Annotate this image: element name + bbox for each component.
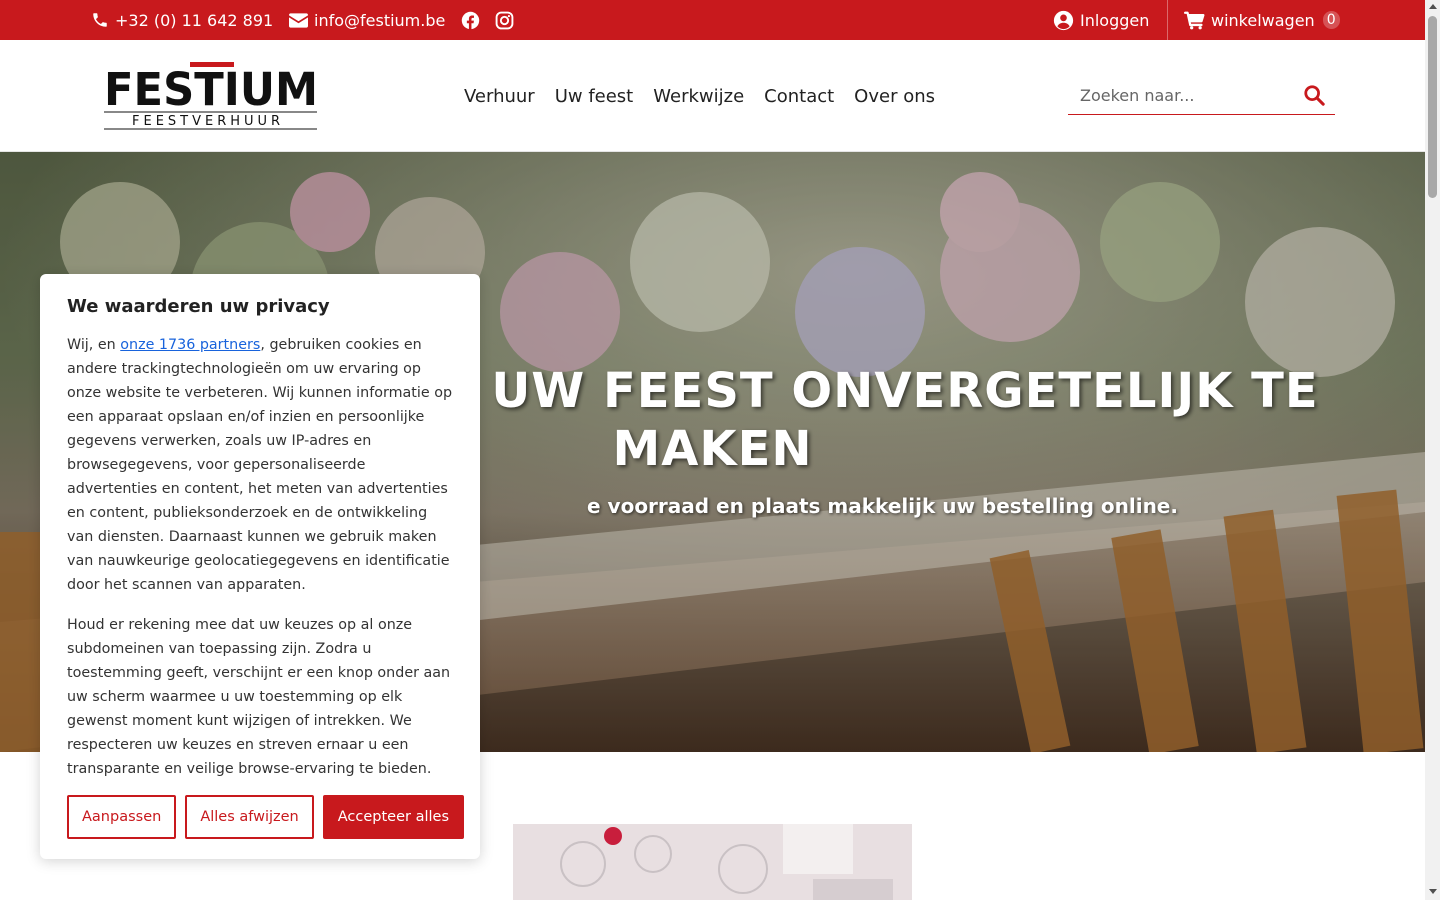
phone-link[interactable]: +32 (0) 11 642 891 bbox=[91, 0, 273, 40]
reject-all-button[interactable]: Alles afwijzen bbox=[185, 795, 314, 839]
site-header: FESTIUM FEESTVERHUUR Verhuur Uw feest We… bbox=[0, 40, 1425, 152]
customize-button[interactable]: Aanpassen bbox=[67, 795, 177, 839]
nav-item-over-ons[interactable]: Over ons bbox=[854, 86, 935, 107]
main-nav: Verhuur Uw feest Werkwijze Contact Over … bbox=[464, 40, 935, 152]
cart-link[interactable]: winkelwagen 0 bbox=[1184, 0, 1340, 40]
category-image[interactable] bbox=[513, 824, 912, 900]
cookie-text-2: Houd er rekening mee dat uw keuzes op al… bbox=[67, 617, 451, 777]
scrollbar-thumb[interactable] bbox=[1428, 16, 1437, 198]
cart-icon bbox=[1184, 11, 1205, 30]
partners-link[interactable]: onze 1736 partners bbox=[120, 337, 260, 353]
cart-count-badge: 0 bbox=[1322, 11, 1340, 29]
scroll-down-arrow-icon[interactable] bbox=[1429, 889, 1437, 894]
user-circle-icon bbox=[1053, 10, 1074, 31]
instagram-icon bbox=[495, 11, 514, 30]
cart-label: winkelwagen bbox=[1211, 10, 1315, 30]
nav-item-contact[interactable]: Contact bbox=[764, 86, 834, 107]
cookie-text-1-intro: Wij, en bbox=[67, 337, 121, 353]
phone-number: +32 (0) 11 642 891 bbox=[115, 10, 274, 30]
scroll-up-arrow-icon[interactable] bbox=[1429, 4, 1437, 9]
nav-item-uw-feest[interactable]: Uw feest bbox=[555, 86, 634, 107]
envelope-icon bbox=[289, 12, 308, 28]
svg-text:FESTIUM: FESTIUM bbox=[104, 63, 318, 116]
login-link[interactable]: Inloggen bbox=[1053, 0, 1149, 40]
instagram-link[interactable] bbox=[495, 0, 514, 40]
festium-logo[interactable]: FESTIUM FEESTVERHUUR bbox=[104, 60, 320, 134]
top-bar: +32 (0) 11 642 891 info@festium.be Inlog… bbox=[0, 0, 1425, 40]
svg-text:FEESTVERHUUR: FEESTVERHUUR bbox=[132, 114, 284, 129]
cookie-title: We waarderen uw privacy bbox=[67, 296, 330, 317]
cookie-text-1: Wij, en onze 1736 partners, gebruiken co… bbox=[67, 333, 453, 597]
cookie-text-1-body: , gebruiken cookies en andere trackingte… bbox=[67, 337, 453, 593]
accept-all-button[interactable]: Accepteer alles bbox=[322, 795, 464, 839]
login-label: Inloggen bbox=[1080, 10, 1150, 30]
phone-icon bbox=[91, 11, 109, 29]
email-address: info@festium.be bbox=[314, 10, 446, 30]
search-icon[interactable] bbox=[1303, 84, 1325, 110]
page-scrollbar[interactable] bbox=[1425, 0, 1440, 900]
topbar-divider bbox=[1167, 0, 1168, 40]
search-bar bbox=[1068, 76, 1335, 115]
cookie-consent-dialog: We waarderen uw privacy Wij, en onze 173… bbox=[40, 274, 480, 859]
nav-item-werkwijze[interactable]: Werkwijze bbox=[653, 86, 744, 107]
email-link[interactable]: info@festium.be bbox=[289, 0, 445, 40]
facebook-icon bbox=[461, 11, 480, 30]
nav-item-verhuur[interactable]: Verhuur bbox=[464, 86, 535, 107]
cookie-buttons: Aanpassen Alles afwijzen Accepteer alles bbox=[67, 795, 464, 839]
facebook-link[interactable] bbox=[461, 0, 480, 40]
search-input[interactable] bbox=[1068, 85, 1288, 105]
